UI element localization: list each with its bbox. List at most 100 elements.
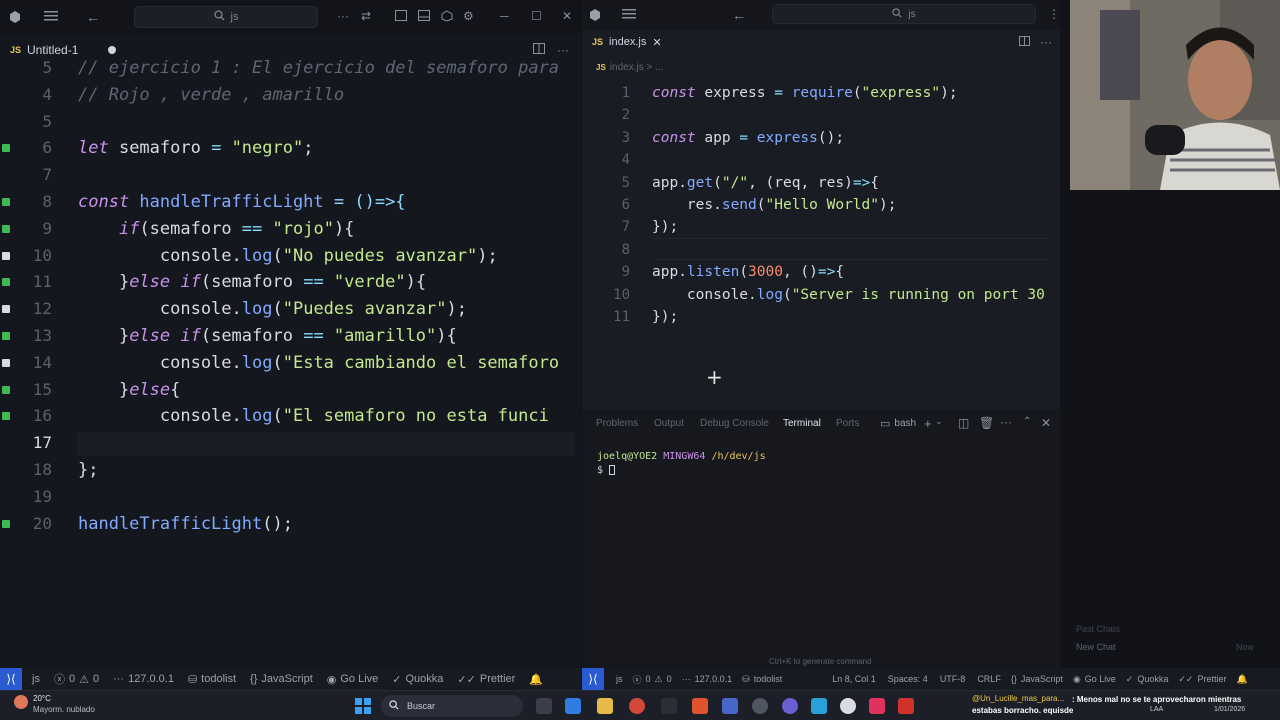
status-prettier[interactable]: ✓✓ Prettier [457, 673, 515, 686]
brave-icon[interactable] [692, 698, 708, 714]
code-line[interactable]: const app = express(); [652, 127, 844, 149]
code-line[interactable]: }else if(semaforo == "verde"){ [78, 269, 426, 295]
status-eol[interactable]: CRLF [977, 674, 1001, 684]
windows-start-icon[interactable] [355, 698, 371, 719]
code-line[interactable]: let semaforo = "negro"; [78, 135, 313, 161]
code-line[interactable]: handleTrafficLight(); [78, 511, 293, 537]
close-panel-icon[interactable]: ✕ [1041, 416, 1051, 430]
status-problems[interactable]: ⓧ 0 ⚠ 0 [54, 671, 99, 687]
code-line[interactable]: if(semaforo == "rojo"){ [78, 216, 354, 242]
code-line[interactable]: // ejercicio 1 : El ejercicio del semafo… [78, 56, 559, 81]
code-line[interactable]: console.log("Puedes avanzar"); [78, 296, 467, 322]
close-icon[interactable]: ✕ [562, 9, 572, 23]
app-icon[interactable] [722, 698, 738, 714]
file-explorer-icon[interactable] [597, 698, 613, 714]
status-branch[interactable]: ⛁ todolist [188, 673, 236, 686]
code-line[interactable]: }else if(semaforo == "amarillo"){ [78, 323, 457, 349]
app-icon-2[interactable] [811, 698, 827, 714]
status-go-live[interactable]: ◉ Go Live [1073, 674, 1116, 685]
status-branch[interactable]: ⛁ todolist [742, 674, 782, 685]
taskbar-date[interactable]: 1/01/2026 [1214, 706, 1245, 713]
command-search-box[interactable]: js [134, 6, 318, 28]
weather-temp[interactable]: 20°C [33, 694, 51, 703]
status-host[interactable]: ··· 127.0.0.1 [113, 673, 174, 685]
code-line[interactable]: app.listen(3000, ()=>{ [652, 261, 844, 283]
back-arrow-icon[interactable]: ← [86, 9, 100, 25]
code-line[interactable]: res.send("Hello World"); [652, 194, 897, 216]
gear-icon[interactable]: ⚙ [463, 9, 474, 23]
status-prettier[interactable]: ✓✓ Prettier [1178, 674, 1226, 685]
new-chat-button[interactable]: New Chat [1076, 642, 1116, 652]
more-icon[interactable]: ··· [337, 9, 349, 23]
command-search-box[interactable]: js [772, 4, 1036, 24]
code-line[interactable]: console.log("Esta cambiando el semaforo [78, 350, 559, 376]
maximize-icon[interactable]: ☐ [531, 9, 542, 23]
more-icon[interactable]: ⋮ [1048, 7, 1060, 21]
terminal-app-icon[interactable] [661, 698, 677, 714]
code-line[interactable]: console.log("El semaforo no esta funci [78, 403, 549, 429]
code-line[interactable]: const handleTrafficLight = ()=>{ [78, 189, 406, 215]
tab-debug-console[interactable]: Debug Console [700, 418, 769, 429]
split-editor-icon[interactable] [533, 43, 545, 54]
status-lang-short[interactable]: js [32, 673, 40, 685]
layout-sidebar-icon[interactable] [395, 10, 407, 21]
code-line[interactable]: // Rojo , verde , amarillo [78, 82, 344, 108]
swap-icon[interactable]: ⇄ [361, 9, 371, 23]
vscode-icon[interactable] [565, 698, 581, 714]
split-editor-icon[interactable] [1019, 36, 1030, 46]
taskbar-search[interactable]: Buscar [381, 695, 523, 717]
app-icon-3[interactable] [898, 698, 914, 714]
status-cursor[interactable]: Ln 8, Col 1 [832, 674, 876, 684]
terminal-shell-selector[interactable]: ▭ bash [880, 417, 916, 430]
tab-ports[interactable]: Ports [836, 418, 859, 429]
code-line[interactable]: }); [652, 306, 678, 328]
close-tab-icon[interactable]: ✕ [652, 36, 661, 49]
menu-icon[interactable] [622, 8, 636, 20]
status-quokka[interactable]: ✓ Quokka [1126, 674, 1169, 685]
chrome-icon[interactable] [629, 698, 645, 714]
bell-icon[interactable]: 🔔 [529, 673, 543, 686]
code-line[interactable]: }; [78, 457, 98, 483]
trash-icon[interactable]: 🗑 [979, 416, 994, 430]
status-language[interactable]: {} JavaScript [250, 673, 313, 685]
tab-index-js[interactable]: JS index.js ✕ [582, 30, 672, 54]
status-host[interactable]: ··· 127.0.0.1 [682, 674, 733, 684]
tab-terminal[interactable]: Terminal [783, 418, 821, 429]
more-icon[interactable]: ··· [1000, 415, 1012, 429]
terminal-input-line[interactable]: $ [597, 465, 616, 476]
tiktok-icon[interactable] [869, 698, 885, 714]
menu-icon[interactable] [44, 10, 58, 22]
status-encoding[interactable]: UTF-8 [940, 674, 966, 684]
code-line[interactable]: }); [652, 216, 678, 238]
status-spaces[interactable]: Spaces: 4 [888, 674, 928, 684]
tab-output[interactable]: Output [654, 418, 684, 429]
github-icon[interactable] [752, 698, 768, 714]
remote-icon[interactable]: ⟩⟨ [0, 668, 22, 690]
terminal-prompt[interactable]: joelq@YOE2 MINGW64 /h/dev/js [597, 451, 766, 462]
status-problems[interactable]: ⓧ 0 ⚠ 0 [633, 673, 672, 686]
code-line[interactable]: app.get("/", (req, res)=>{ [652, 172, 879, 194]
remote-icon[interactable]: ⟩⟨ [582, 668, 604, 690]
tab-problems[interactable]: Problems [596, 418, 638, 429]
keyboard-language[interactable]: LAA [1150, 706, 1163, 713]
new-terminal-icon[interactable]: + [924, 416, 932, 431]
bell-icon[interactable]: 🔔 [1236, 674, 1247, 685]
code-line[interactable]: const express = require("express"); [652, 82, 958, 104]
status-quokka[interactable]: ✓ Quokka [392, 673, 443, 686]
status-lang-short[interactable]: js [616, 674, 623, 684]
weather-desc[interactable]: Mayorm. nublado [33, 705, 95, 714]
more-actions-icon[interactable]: ··· [1040, 35, 1052, 49]
chatgpt-icon[interactable] [840, 698, 856, 714]
layout-panel-icon[interactable] [418, 10, 430, 21]
minimize-icon[interactable]: ─ [500, 9, 509, 23]
task-view-icon[interactable] [536, 698, 552, 714]
past-chats-label[interactable]: Past Chats [1076, 624, 1120, 634]
status-go-live[interactable]: ◉ Go Live [327, 673, 379, 686]
code-line[interactable]: console.log("Server is running on port 3… [652, 284, 1045, 306]
unsaved-dot-icon[interactable] [108, 46, 117, 54]
more-actions-icon[interactable]: ··· [557, 43, 569, 57]
right-code-editor[interactable]: 1 const express = require("express"); 2 3 co… [582, 82, 1060, 332]
extensions-icon[interactable] [441, 10, 453, 22]
status-language[interactable]: {} JavaScript [1011, 674, 1063, 684]
code-line[interactable]: }else{ [78, 377, 180, 403]
